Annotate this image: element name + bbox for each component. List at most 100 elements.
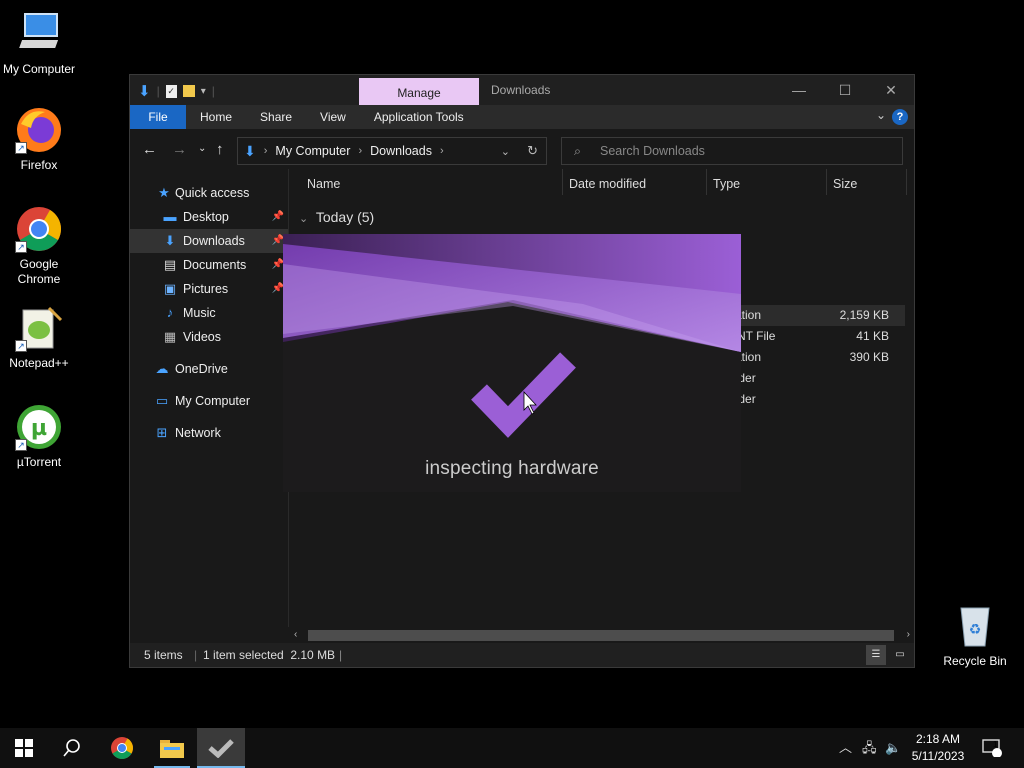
pin-icon[interactable]: 📌	[272, 205, 284, 229]
tab-application-tools[interactable]: Application Tools	[360, 105, 478, 129]
breadcrumb-separator-icon[interactable]: ›	[440, 145, 444, 157]
tab-file[interactable]: File	[130, 105, 186, 129]
utorrent-icon: µ ↗	[15, 403, 63, 451]
windows-logo-icon	[15, 739, 33, 757]
download-arrow-icon: ⬇	[244, 142, 256, 159]
desktop-icon-chrome[interactable]: ↗ Google Chrome	[1, 205, 77, 287]
tab-manage[interactable]: Manage	[359, 78, 479, 105]
desktop-icon-recycle-bin[interactable]: ♻ Recycle Bin	[937, 602, 1013, 669]
title-bar[interactable]: ⬇ | ✓ ▾ | Manage Downloads — ☐ ✕	[130, 75, 914, 105]
tab-share[interactable]: Share	[246, 105, 306, 129]
clock[interactable]: 2:18 AM 5/11/2023	[906, 731, 970, 765]
desktop-icon-my-computer[interactable]: My Computer	[1, 10, 77, 77]
collapse-chevron-icon[interactable]: ⌄	[299, 213, 308, 225]
help-icon[interactable]: ?	[892, 109, 908, 125]
taskbar-file-explorer[interactable]	[148, 728, 196, 768]
download-arrow-icon[interactable]: ⬇	[138, 82, 151, 100]
refresh-icon[interactable]: ↻	[527, 143, 538, 159]
window-title: Downloads	[491, 83, 551, 97]
notepadpp-icon: ↗	[15, 304, 63, 352]
taskbar-chrome[interactable]	[98, 728, 146, 768]
music-icon: ♪	[166, 305, 174, 320]
tab-home[interactable]: Home	[186, 105, 246, 129]
recent-locations-icon[interactable]: ⌄	[198, 143, 206, 154]
sidebar-item-downloads[interactable]: ⬇ Downloads 📌	[130, 229, 288, 253]
breadcrumb-my-computer[interactable]: My Computer	[275, 144, 350, 158]
sidebar-item-onedrive[interactable]: ☁ OneDrive	[130, 357, 288, 381]
maximize-button[interactable]: ☐	[822, 75, 868, 105]
large-icons-view-icon[interactable]: ▭	[890, 645, 910, 665]
checkmark-icon	[208, 739, 234, 759]
minimize-button[interactable]: —	[776, 75, 822, 105]
sidebar-item-videos[interactable]: ▦ Videos	[130, 325, 288, 349]
breadcrumb-separator-icon[interactable]: ›	[358, 145, 362, 157]
status-item-count: 5 items	[144, 648, 183, 662]
address-bar[interactable]: ⬇ › My Computer › Downloads › ⌄ ↻	[237, 137, 547, 165]
address-row: ← → ⌄ ↑ ⬇ › My Computer › Downloads › ⌄ …	[130, 129, 914, 169]
recycle-bin-icon: ♻	[951, 602, 999, 650]
scrollbar-thumb[interactable]	[308, 630, 894, 641]
desktop-icon-firefox[interactable]: ↗ Firefox	[1, 106, 77, 173]
desktop-icon-notepadpp[interactable]: ↗ Notepad++	[1, 304, 77, 371]
desktop-icon-utorrent[interactable]: µ ↗ µTorrent	[1, 403, 77, 470]
network-status-icon[interactable]: 🖧	[862, 728, 877, 768]
star-icon: ★	[158, 185, 170, 200]
action-center-button[interactable]: 1	[982, 728, 1002, 768]
documents-icon: ▤	[163, 257, 177, 272]
search-button[interactable]	[48, 728, 96, 768]
show-hidden-icons-icon[interactable]: ︿	[839, 728, 852, 768]
shortcut-arrow-icon: ↗	[15, 142, 27, 154]
sidebar-item-desktop[interactable]: ▬ Desktop 📌	[130, 205, 288, 229]
column-date-modified[interactable]: Date modified	[569, 169, 707, 195]
sidebar-item-label: Videos	[183, 330, 221, 344]
quick-access-toolbar: ⬇ | ✓ ▾ |	[138, 82, 215, 100]
scroll-left-icon[interactable]: ‹	[294, 627, 297, 643]
forward-icon[interactable]: →	[172, 141, 187, 158]
notification-count: 1	[993, 740, 998, 749]
sidebar-item-documents[interactable]: ▤ Documents 📌	[130, 253, 288, 277]
close-button[interactable]: ✕	[868, 75, 914, 105]
desktop-folder-icon: ▬	[163, 209, 177, 224]
column-name[interactable]: Name	[307, 169, 563, 195]
pictures-icon: ▣	[163, 281, 177, 296]
group-header-today[interactable]: ⌄ Today (5)	[299, 209, 374, 225]
desktop-icon-label: Notepad++	[9, 356, 69, 370]
customize-qat-icon[interactable]: ▾	[201, 86, 206, 97]
search-placeholder: Search Downloads	[600, 144, 705, 158]
breadcrumb-separator-icon[interactable]: ›	[264, 145, 268, 157]
address-dropdown-icon[interactable]: ⌄	[501, 145, 510, 158]
taskbar-installer[interactable]	[197, 728, 245, 768]
splash-artwork	[283, 234, 741, 438]
sidebar-item-music[interactable]: ♪ Music	[130, 301, 288, 325]
sidebar-item-network[interactable]: ⊞ Network	[130, 421, 288, 445]
up-icon[interactable]: ↑	[216, 141, 224, 158]
sidebar-item-pictures[interactable]: ▣ Pictures 📌	[130, 277, 288, 301]
search-input[interactable]: ⌕ Search Downloads	[561, 137, 903, 165]
sidebar-item-my-computer[interactable]: ▭ My Computer	[130, 389, 288, 413]
horizontal-scrollbar[interactable]: ‹ ›	[288, 627, 914, 643]
videos-icon: ▦	[163, 329, 177, 344]
desktop-icon-label: Recycle Bin	[943, 654, 1007, 668]
volume-icon[interactable]: 🔈	[885, 728, 901, 768]
new-folder-icon[interactable]	[182, 85, 195, 97]
sidebar-item-label: Desktop	[183, 210, 229, 224]
ribbon-tabs: File Home Share View Application Tools ⌄…	[130, 105, 914, 129]
column-size[interactable]: Size	[833, 169, 907, 195]
breadcrumb-downloads[interactable]: Downloads	[370, 144, 432, 158]
details-view-icon[interactable]: ☰	[866, 645, 886, 665]
scroll-right-icon[interactable]: ›	[907, 627, 910, 643]
notification-icon	[982, 739, 1002, 758]
properties-icon[interactable]: ✓	[165, 84, 177, 98]
splash-status-text: inspecting hardware	[425, 458, 599, 479]
status-bar: 5 items | 1 item selected 2.10 MB | ☰ ▭	[130, 643, 914, 667]
sidebar-item-quick-access[interactable]: ★ Quick access	[130, 181, 288, 205]
start-button[interactable]	[0, 728, 48, 768]
checkmark-icon	[471, 352, 576, 438]
cell-size: 390 KB	[849, 350, 889, 364]
tab-view[interactable]: View	[306, 105, 360, 129]
sidebar-item-label: Pictures	[183, 282, 229, 296]
expand-ribbon-icon[interactable]: ⌄	[876, 108, 886, 122]
svg-text:µ: µ	[31, 416, 47, 441]
back-icon[interactable]: ←	[142, 141, 157, 158]
column-type[interactable]: Type	[713, 169, 827, 195]
